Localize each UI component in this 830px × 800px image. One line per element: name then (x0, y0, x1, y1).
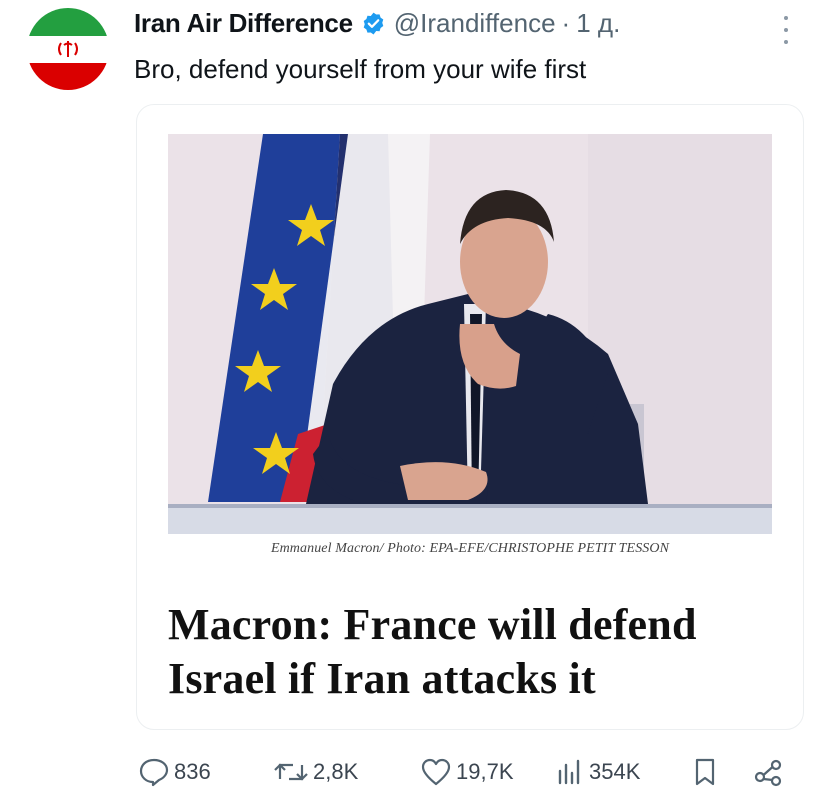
like-button[interactable]: 19,7K (420, 752, 514, 792)
display-name[interactable]: Iran Air Difference (134, 8, 353, 39)
card-headline[interactable]: Macron: France will defend Israel if Ira… (168, 598, 788, 706)
repost-icon (274, 763, 308, 781)
reply-count: 836 (174, 759, 211, 784)
views-count: 354K (589, 759, 641, 784)
verified-badge-icon (361, 11, 386, 36)
user-handle[interactable]: @Irandiffence (394, 8, 556, 39)
tweet-header: Iran Air Difference @Irandiffence · 1 д. (134, 8, 620, 39)
like-count: 19,7K (456, 759, 514, 784)
timestamp[interactable]: 1 д. (576, 8, 620, 39)
analytics-icon (558, 759, 580, 785)
heart-icon (421, 758, 451, 786)
reply-button[interactable]: 836 (138, 752, 211, 792)
headline-line-1: Macron: France will defend (168, 600, 697, 649)
bookmark-button[interactable] (692, 752, 718, 792)
views-button[interactable]: 354K (555, 752, 640, 792)
more-vertical-icon[interactable] (780, 16, 792, 44)
share-button[interactable] (752, 752, 784, 792)
news-photo[interactable] (168, 134, 772, 534)
repost-count: 2,8K (313, 759, 359, 784)
tweet-text: Bro, defend yourself from your wife firs… (134, 54, 587, 84)
repost-button[interactable]: 2,8K (273, 752, 358, 792)
photo-caption: Emmanuel Macron/ Photo: EPA-EFE/CHRISTOP… (270, 541, 670, 556)
share-icon (754, 759, 782, 787)
separator-dot: · (561, 8, 571, 38)
iran-flag-icon (27, 8, 109, 90)
avatar[interactable] (27, 8, 109, 90)
action-bar: 836 2,8K 19,7K 354K (0, 752, 830, 792)
headline-line-2: Israel if Iran attacks it (168, 654, 596, 703)
reply-icon (139, 758, 169, 787)
bookmark-icon (695, 758, 715, 786)
